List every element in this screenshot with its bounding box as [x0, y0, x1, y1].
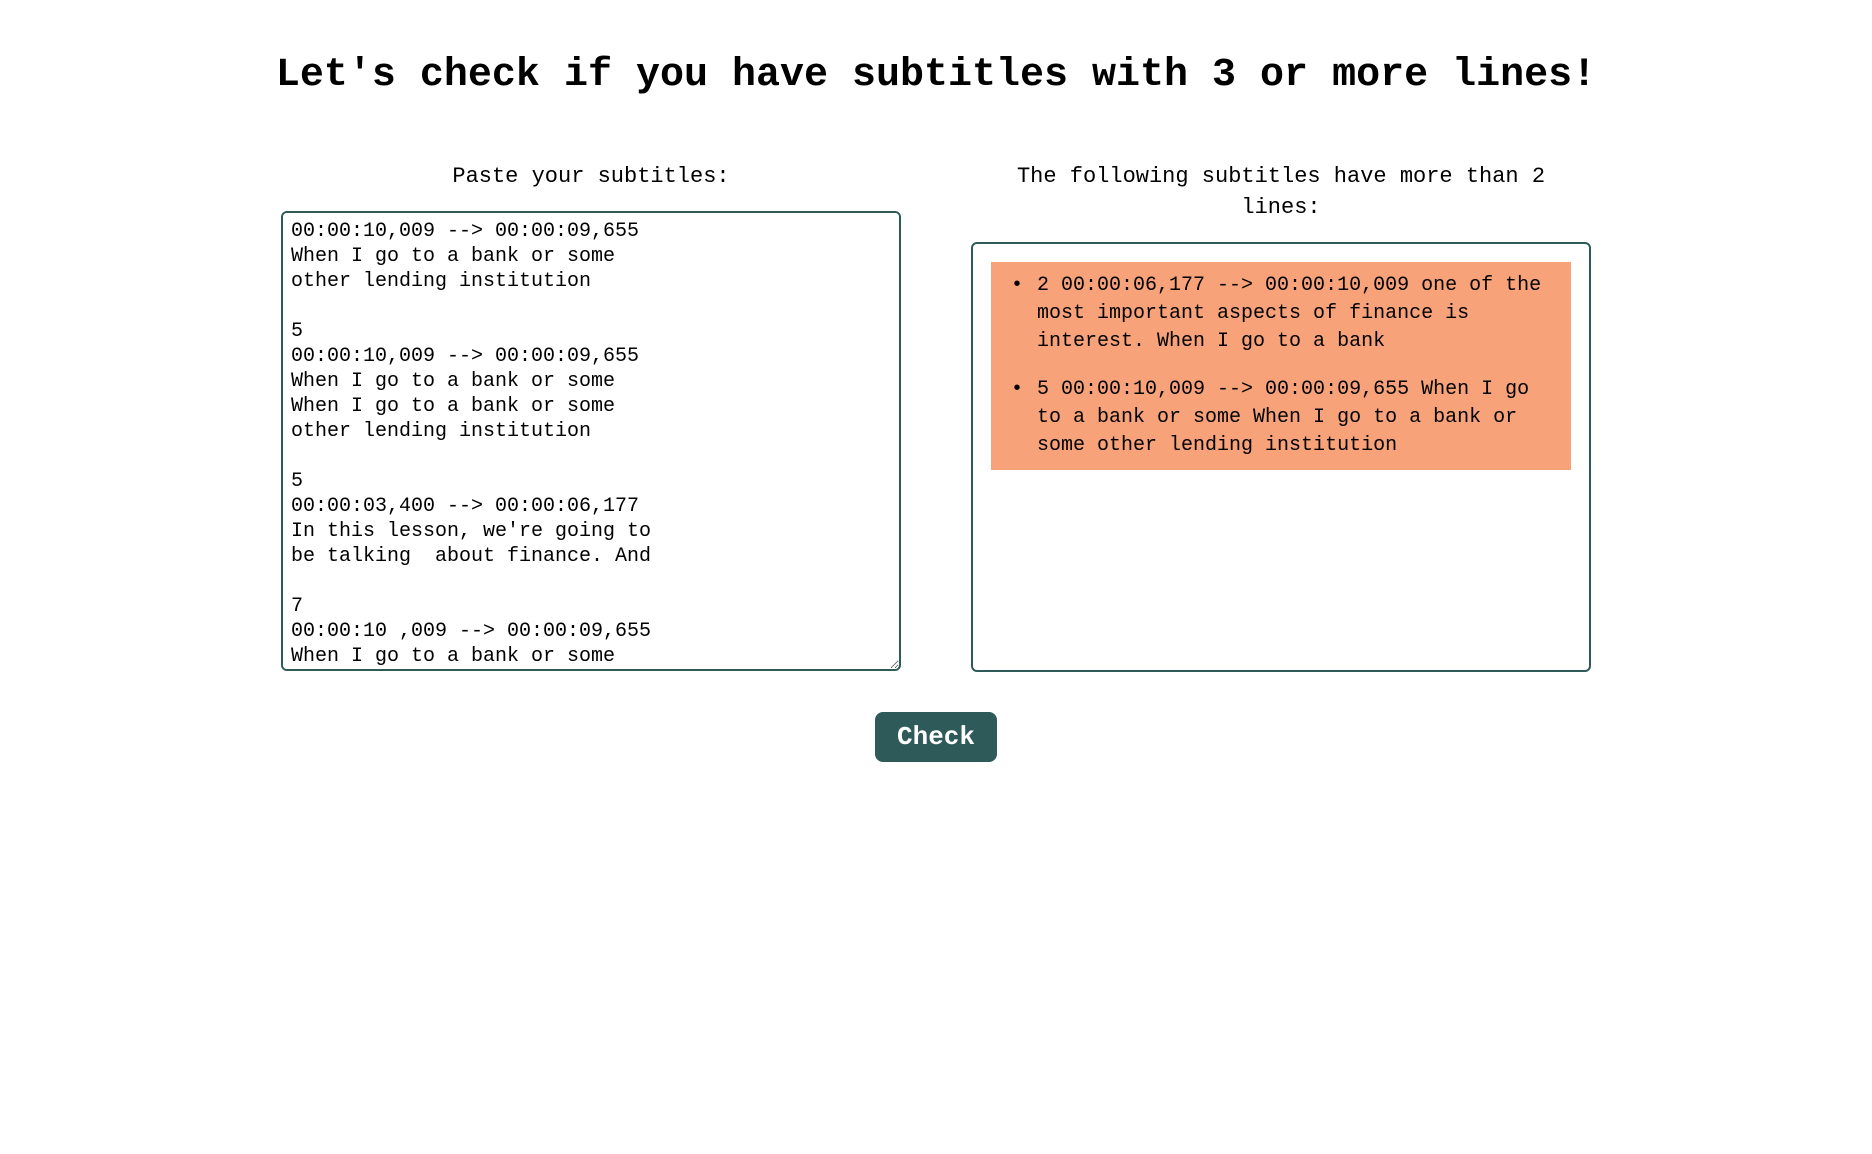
left-column-label: Paste your subtitles:	[281, 162, 901, 193]
button-row: Check	[60, 712, 1812, 762]
results-box: 2 00:00:06,177 --> 00:00:10,009 one of t…	[971, 242, 1591, 672]
result-text: 2 00:00:06,177 --> 00:00:10,009 one of t…	[1037, 272, 1557, 356]
subtitles-input[interactable]: 00:00:10,009 --> 00:00:09,655 When I go …	[281, 211, 901, 671]
list-item: 2 00:00:06,177 --> 00:00:10,009 one of t…	[991, 262, 1571, 366]
check-button[interactable]: Check	[875, 712, 997, 762]
list-item: 5 00:00:10,009 --> 00:00:09,655 When I g…	[991, 366, 1571, 470]
left-column: Paste your subtitles: 00:00:10,009 --> 0…	[281, 162, 901, 672]
columns-wrapper: Paste your subtitles: 00:00:10,009 --> 0…	[60, 162, 1812, 672]
right-column-label: The following subtitles have more than 2…	[971, 162, 1591, 224]
result-text: 5 00:00:10,009 --> 00:00:09,655 When I g…	[1037, 376, 1557, 460]
right-column: The following subtitles have more than 2…	[971, 162, 1591, 672]
page-title: Let's check if you have subtitles with 3…	[236, 50, 1636, 102]
